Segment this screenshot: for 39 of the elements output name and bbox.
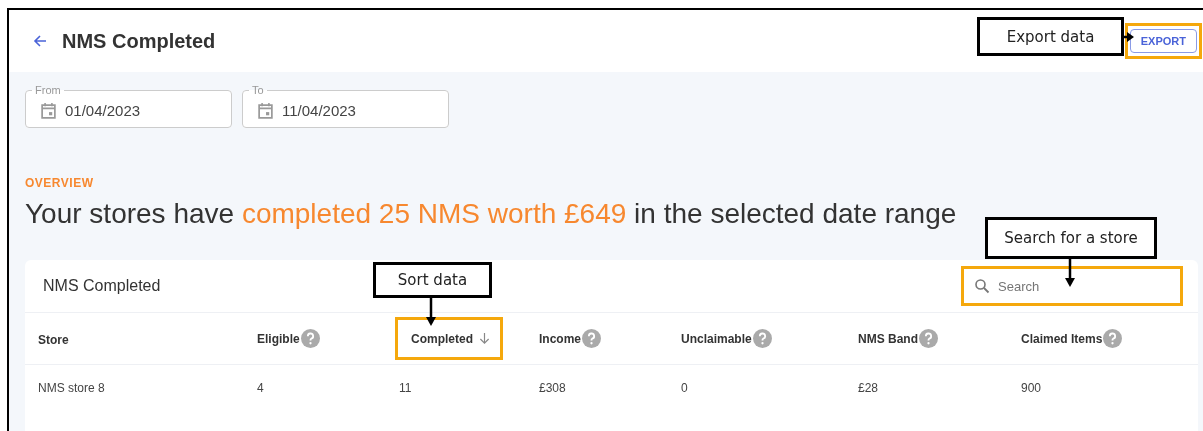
table-cell: £308 bbox=[539, 381, 566, 395]
table-cell: £28 bbox=[858, 381, 879, 395]
table-cell: NMS store 8 bbox=[38, 381, 105, 395]
column-header[interactable]: Store bbox=[38, 332, 69, 347]
column-header[interactable]: NMS Band bbox=[858, 329, 938, 349]
date-field[interactable]: To 11/04/2023 bbox=[242, 84, 449, 128]
arrow bbox=[1065, 259, 1075, 287]
table-cell: 0 bbox=[681, 381, 688, 395]
help-icon[interactable] bbox=[582, 329, 601, 349]
table-cell: 900 bbox=[1021, 381, 1042, 395]
table-cell: 4 bbox=[257, 381, 264, 395]
date-field[interactable]: From 01/04/2023 bbox=[25, 84, 232, 128]
help-icon[interactable] bbox=[919, 329, 938, 349]
arrow bbox=[1124, 32, 1134, 42]
callout-box: Search for a store bbox=[985, 217, 1157, 259]
calendar-icon bbox=[40, 101, 57, 119]
search-input[interactable]: Search bbox=[996, 277, 1160, 295]
column-header[interactable]: Eligible bbox=[257, 329, 320, 349]
arrow bbox=[426, 298, 436, 326]
table-title: NMS Completed bbox=[43, 277, 161, 295]
help-icon[interactable] bbox=[1103, 329, 1123, 349]
help-icon[interactable] bbox=[300, 329, 320, 349]
search-icon bbox=[974, 278, 990, 294]
sort-descending-icon[interactable] bbox=[479, 332, 490, 345]
back-arrow-icon[interactable] bbox=[32, 33, 48, 49]
headline: Your stores have completed 25 NMS worth £649 in the selected date range bbox=[25, 198, 958, 230]
callout-box: Export data bbox=[977, 17, 1124, 56]
page-title: NMS Completed bbox=[62, 29, 216, 53]
section-label: OVERVIEW bbox=[25, 176, 95, 190]
export-button[interactable]: EXPORT bbox=[1129, 29, 1197, 53]
column-header[interactable]: Income bbox=[539, 329, 601, 349]
table-cell: 11 bbox=[399, 381, 412, 395]
help-icon[interactable] bbox=[752, 329, 772, 349]
column-header[interactable]: Claimed Items bbox=[1021, 329, 1123, 349]
search-field[interactable]: Search bbox=[961, 266, 1183, 306]
column-header[interactable]: Unclaimable bbox=[681, 329, 772, 349]
calendar-icon bbox=[257, 101, 274, 119]
callout-box: Sort data bbox=[373, 262, 492, 298]
column-header[interactable]: Completed bbox=[395, 317, 503, 360]
